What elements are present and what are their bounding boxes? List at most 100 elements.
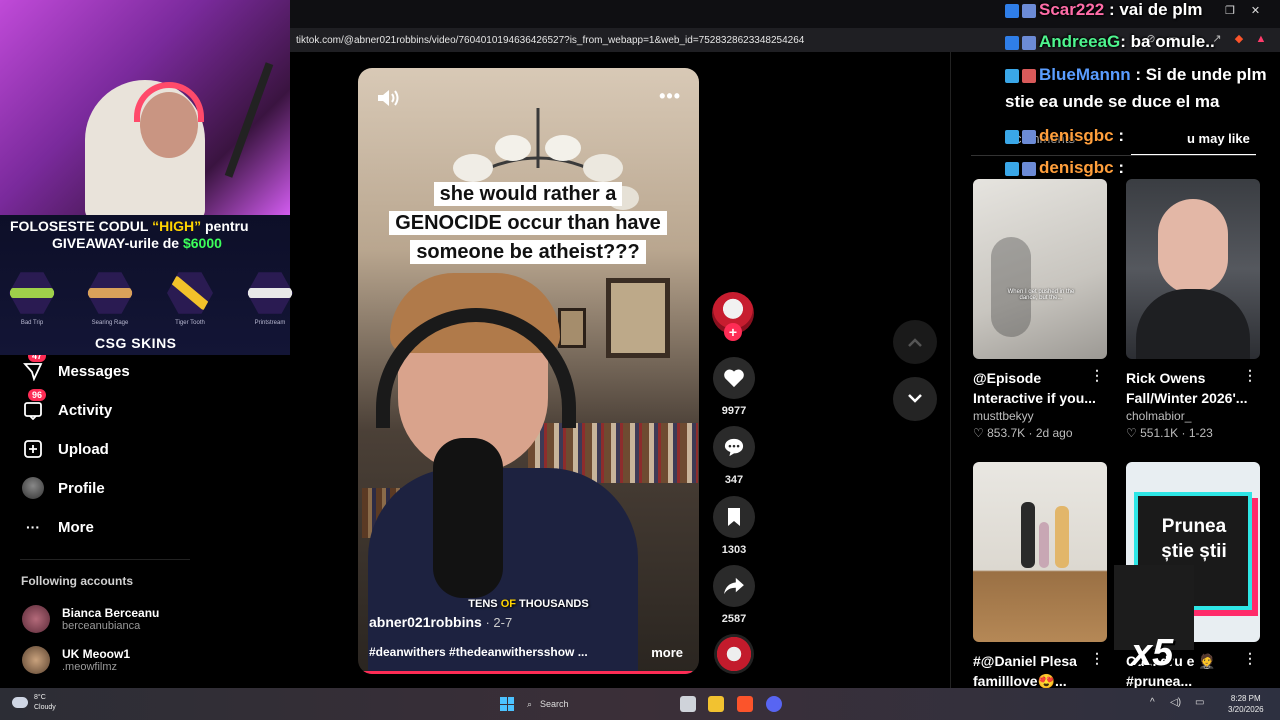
badge-icon: [1022, 68, 1036, 83]
figure-3: [1055, 506, 1069, 568]
avatar[interactable]: [22, 605, 50, 633]
video-thumbnail[interactable]: [1126, 179, 1260, 359]
account-handle: .meowfilmz: [62, 661, 118, 673]
tray-chevron-icon[interactable]: ^: [1150, 697, 1155, 708]
account-name: UK Meoow1: [62, 647, 131, 661]
skin-item: Tiger Tooth: [160, 270, 220, 330]
skin-item: Searing Rage: [80, 270, 140, 330]
next-video-button[interactable]: [893, 377, 937, 421]
hoodie-shape: [1136, 289, 1250, 359]
restore-icon[interactable]: ❐: [1225, 4, 1235, 17]
card-date: 1-23: [1188, 426, 1213, 440]
like-button[interactable]: [713, 357, 755, 399]
video-thumbnail[interactable]: [973, 462, 1107, 642]
card-user[interactable]: musttbekyy: [973, 409, 1108, 423]
video-author[interactable]: abner021robbins · 2-7: [369, 614, 512, 630]
like-count: 9977: [721, 405, 747, 417]
card-title: @Episode: [973, 370, 1042, 386]
brave-shield-icon[interactable]: ◆: [1233, 33, 1245, 45]
brave-rewards-icon[interactable]: ▲: [1255, 33, 1267, 45]
task-view-icon[interactable]: [680, 696, 696, 712]
following-account[interactable]: Bianca Berceanu berceanubianca: [22, 605, 159, 633]
save-count: 1303: [721, 544, 747, 556]
skin-item: Bad Trip: [2, 270, 62, 330]
discord-icon[interactable]: [766, 696, 782, 712]
card-title-line2: Fall/Winter 2026'...: [1126, 390, 1248, 406]
badge-icon: [1022, 3, 1036, 18]
caption-line-1: she would rather a: [433, 182, 623, 206]
card-title-line2: Interactive if you...: [973, 390, 1096, 406]
caption-line-3: someone be atheist???: [410, 240, 646, 264]
weather-widget[interactable]: 8°C Cloudy: [12, 693, 56, 713]
volume-icon[interactable]: [376, 88, 400, 108]
card-title: Rick Owens: [1126, 370, 1206, 386]
brave-browser-icon[interactable]: [737, 696, 753, 712]
close-icon[interactable]: ✕: [1251, 4, 1260, 17]
sidebar-item-label: Profile: [58, 479, 105, 497]
video-hashtags[interactable]: #deanwithers #thedeanwithersshow ...: [369, 645, 588, 659]
author-name[interactable]: abner021robbins: [369, 614, 482, 630]
suggested-video-card[interactable]: Rick Owens Fall/Winter 2026'... cholmabi…: [1126, 179, 1261, 440]
system-clock[interactable]: 8:28 PM 3/20/2026: [1228, 693, 1264, 715]
previous-video-button[interactable]: [893, 320, 937, 364]
sidebar-item-profile[interactable]: Profile: [22, 477, 105, 499]
suggested-video-card[interactable]: When I get pushed in the dance, but the.…: [973, 179, 1108, 440]
follow-button[interactable]: +: [724, 323, 742, 341]
badge-icon: [1005, 161, 1019, 176]
card-date: 2d ago: [1035, 426, 1073, 440]
file-explorer-icon[interactable]: [708, 696, 724, 712]
share-button[interactable]: [713, 565, 755, 607]
share-action[interactable]: 2587: [712, 565, 756, 625]
video-thumbnail[interactable]: When I get pushed in the dance, but the.…: [973, 179, 1107, 359]
sponsor-logo: CSG SKINS: [95, 335, 177, 351]
badge-icon: [1022, 35, 1036, 50]
promo-line-1: FOLOSESTE CODUL “HIGH” pentru: [10, 218, 249, 234]
skin-name: Tiger Tooth: [175, 320, 205, 326]
following-accounts-title: Following accounts: [21, 574, 134, 588]
url-text[interactable]: tiktok.com/@abner021robbins/video/760401…: [290, 35, 804, 46]
card-likes: 853.7K: [987, 426, 1026, 440]
sidebar-item-more[interactable]: ··· More: [22, 516, 94, 538]
sidebar-item-messages[interactable]: 47 Messages: [22, 350, 130, 382]
speaker-icon[interactable]: ◁): [1170, 697, 1181, 708]
video-caption: she would rather a GENOCIDE occur than h…: [363, 180, 693, 267]
card-options-icon[interactable]: ⋮: [1243, 367, 1257, 384]
tabs-divider: [971, 155, 1256, 156]
more-options-icon[interactable]: •••: [659, 86, 681, 107]
video-player[interactable]: ••• she would rather a GENOCIDE occur th…: [358, 68, 699, 674]
avatar[interactable]: [22, 646, 50, 674]
rifle-icon: [248, 288, 292, 298]
sidebar-item-label: Upload: [58, 440, 109, 458]
taskbar-search[interactable]: ⌕ Search: [522, 695, 672, 713]
chat-text: :: [1113, 158, 1125, 177]
card-options-icon[interactable]: ⋮: [1090, 650, 1104, 667]
skin-name: Bad Trip: [20, 320, 44, 326]
sidebar-item-upload[interactable]: Upload: [22, 438, 109, 460]
comment-button[interactable]: [713, 426, 755, 468]
microphone: [433, 438, 503, 598]
skin-name: Searing Rage: [91, 320, 129, 326]
tab-you-may-like[interactable]: u may like: [1187, 131, 1250, 146]
more-icon: ···: [26, 519, 40, 535]
video-progress-bar[interactable]: [358, 671, 699, 674]
network-icon[interactable]: ▭: [1195, 697, 1204, 708]
save-button[interactable]: [713, 496, 755, 538]
skin-name: Printstream: [254, 320, 286, 326]
suggested-video-card[interactable]: #@Daniel Plesa familllove😍... ⋮: [973, 462, 1108, 691]
badge-icon: [1005, 3, 1019, 18]
like-action[interactable]: 9977: [712, 357, 756, 417]
music-disc-icon[interactable]: [714, 634, 754, 674]
chat-username: BlueMannn: [1039, 65, 1131, 84]
card-user[interactable]: cholmabior_: [1126, 409, 1261, 423]
comment-action[interactable]: 347: [712, 426, 756, 486]
card-options-icon[interactable]: ⋮: [1090, 367, 1104, 384]
card-options-icon[interactable]: ⋮: [1243, 650, 1257, 667]
windows-start-icon[interactable]: [500, 697, 514, 711]
save-action[interactable]: 1303: [712, 496, 756, 556]
more-description-button[interactable]: more: [651, 645, 683, 660]
promo-text: FOLOSESTE CODUL: [10, 218, 153, 234]
badge-icon: [1005, 35, 1019, 50]
badge-icon: [1022, 129, 1036, 144]
following-account[interactable]: UK Meoow1 .meowfilmz: [22, 646, 130, 674]
sidebar-item-activity[interactable]: 96 Activity: [22, 389, 112, 421]
